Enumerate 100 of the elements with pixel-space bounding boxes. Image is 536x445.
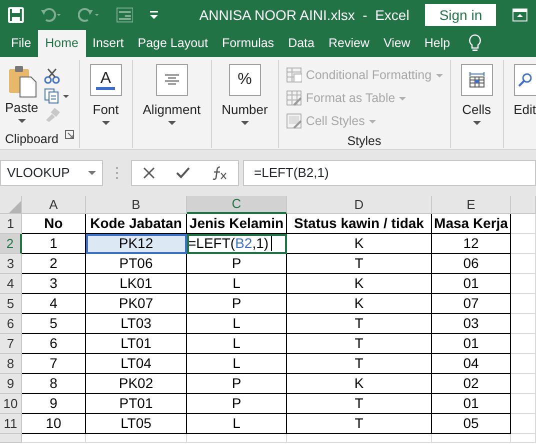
table-cell: 06 (432, 254, 511, 274)
table-cell: LT01 (86, 334, 187, 354)
font-button[interactable]: A Font (90, 64, 122, 130)
table-cell (511, 294, 536, 314)
customize-menu-icon[interactable] (149, 9, 160, 21)
row-header[interactable]: 8 (0, 354, 22, 374)
table-cell (511, 374, 536, 394)
column-header[interactable]: B (86, 196, 187, 214)
table-cell: 7 (22, 354, 86, 374)
table-grid-icon (286, 67, 302, 83)
ribbon-tab[interactable]: Review (321, 30, 376, 57)
table-grid-icon (286, 113, 302, 129)
table-cell (511, 394, 536, 414)
dialog-launcher-icon[interactable] (64, 130, 74, 139)
table-cell: 9 (22, 394, 86, 414)
column-header[interactable]: D (287, 196, 432, 214)
table-cell: LT04 (86, 354, 187, 374)
ribbon-tab[interactable]: File (4, 30, 38, 57)
row-header[interactable]: 3 (0, 254, 22, 274)
table-cell: LT03 (86, 314, 187, 334)
row-header[interactable]: 1 (0, 214, 22, 234)
table-cell: 01 (432, 274, 511, 294)
table-cell (511, 354, 536, 374)
group-label: Styles (346, 133, 382, 150)
formula-field[interactable]: =LEFT(B2,1) (243, 160, 536, 186)
caret-icon (436, 72, 443, 78)
number-button[interactable]: % Number (222, 64, 268, 130)
table-cell: K (287, 374, 432, 394)
table-cell (511, 254, 536, 274)
table-grid-icon (286, 90, 302, 106)
copy-icon[interactable] (44, 88, 70, 104)
sign-in-button[interactable]: Sign in (425, 4, 496, 26)
row-header[interactable]: 2 (0, 234, 22, 254)
caret-icon (168, 120, 176, 126)
column-header[interactable]: A (22, 196, 86, 214)
table-cell: 05 (432, 414, 511, 434)
ribbon-tab[interactable]: View (376, 30, 418, 57)
name-box[interactable]: VLOOKUP (0, 160, 103, 186)
table-cell: T (287, 414, 432, 434)
checkmark-icon[interactable] (176, 167, 190, 179)
ribbon-tab[interactable]: Help (417, 30, 458, 57)
cancel-icon[interactable] (142, 167, 155, 179)
cell-input-field[interactable]: =LEFT(B2,1) (187, 234, 287, 254)
row-header[interactable]: 9 (0, 374, 22, 394)
search-icon (518, 72, 532, 88)
alignment-button[interactable]: Alignment (142, 64, 201, 130)
row-header[interactable]: 11 (0, 414, 22, 434)
table-cell: PK07 (86, 294, 187, 314)
table-cell: L (187, 354, 287, 374)
lightbulb-icon[interactable] (467, 33, 484, 53)
table-cell: L (187, 274, 287, 294)
table-cell: 02 (432, 374, 511, 394)
align-center-icon (164, 74, 180, 86)
table-cell: PK02 (86, 374, 187, 394)
ribbon-tab[interactable]: Home (38, 30, 86, 57)
table-cell: T (287, 314, 432, 334)
table-cell: 03 (432, 314, 511, 334)
table-cell: 10 (22, 414, 86, 434)
column-header[interactable]: E (432, 196, 511, 214)
table-cell: 3 (22, 274, 86, 294)
table-cell: 2 (22, 254, 86, 274)
ribbon-tab[interactable]: Data (281, 30, 322, 57)
table-cell: PT06 (86, 254, 187, 274)
row-header[interactable]: 10 (0, 394, 22, 414)
table-cell: 01 (432, 334, 511, 354)
table-cell: LK01 (86, 274, 187, 294)
table-cell: T (287, 334, 432, 354)
table-cell (511, 314, 536, 334)
grip-icon (115, 166, 119, 180)
cells-button[interactable]: Cells (460, 64, 493, 130)
row-header[interactable]: 6 (0, 314, 22, 334)
table-cell: P (187, 294, 287, 314)
ribbon-display-icon[interactable] (512, 8, 528, 22)
row-header[interactable]: 5 (0, 294, 22, 314)
caret-icon (88, 170, 96, 176)
scissors-icon[interactable] (44, 68, 60, 84)
column-header[interactable]: C (187, 196, 287, 214)
caret-icon (102, 120, 110, 126)
table-cell: T (287, 254, 432, 274)
table-cell: 04 (432, 354, 511, 374)
table-cell: PT01 (86, 394, 187, 414)
group-label: Clipboard (5, 131, 59, 148)
row-header[interactable]: 7 (0, 334, 22, 354)
paste-button[interactable]: Paste (5, 64, 38, 130)
table-cell: L (187, 414, 287, 434)
table-cell: 6 (22, 334, 86, 354)
row-header[interactable]: 4 (0, 274, 22, 294)
table-cell: 07 (432, 294, 511, 314)
table-cell: 4 (22, 294, 86, 314)
caret-icon (18, 118, 26, 124)
table-cell: K (287, 274, 432, 294)
ribbon-tab[interactable]: Page Layout (130, 30, 215, 57)
function-icon[interactable] (211, 166, 228, 180)
ribbon-tab[interactable]: Formulas (214, 30, 282, 57)
table-cell: L (187, 314, 287, 334)
table-cell (511, 214, 536, 234)
ribbon-tab[interactable]: Insert (86, 30, 131, 57)
table-cell: 12 (432, 234, 511, 254)
cells-icon (468, 72, 486, 88)
window-title: ANNISA NOOR AINI.xlsx - Excel (199, 6, 410, 24)
